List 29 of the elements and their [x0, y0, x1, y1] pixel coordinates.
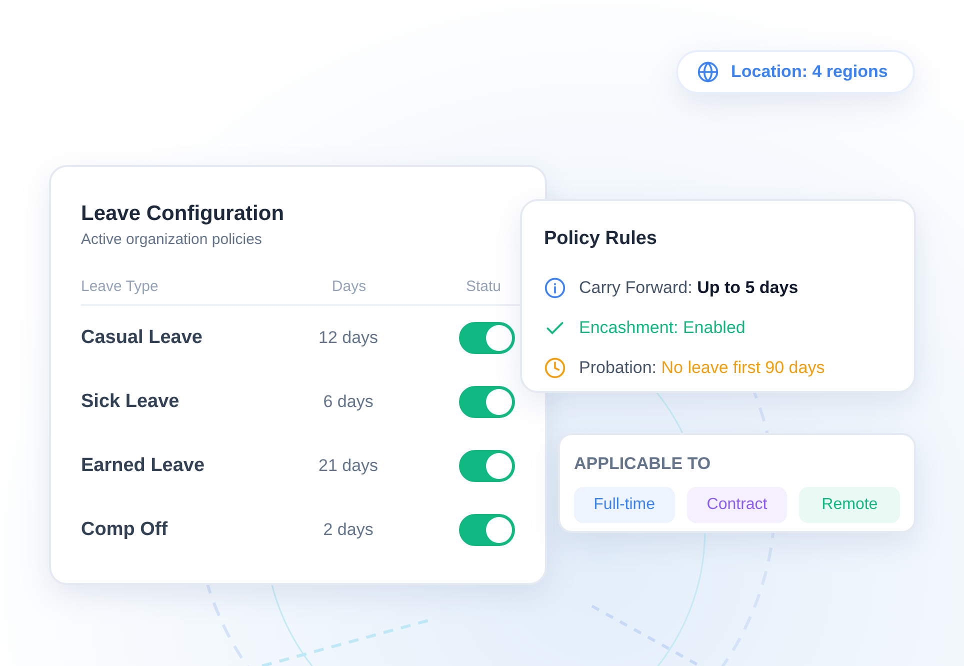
clock-icon [544, 356, 566, 378]
leave-type: Sick Leave [81, 390, 180, 414]
toggle-switch[interactable] [459, 450, 515, 482]
tag: Remote [799, 486, 900, 522]
leave-days: 12 days [290, 325, 406, 351]
card-title: Leave Configuration [81, 201, 286, 226]
leave-days: 6 days [290, 389, 406, 415]
tag: Contract [686, 486, 788, 522]
globe-icon [697, 61, 719, 83]
column-header: Days [330, 276, 368, 297]
toggle-switch[interactable] [459, 514, 515, 546]
column-header: Leave Type [81, 276, 160, 297]
leave-days: 2 days [290, 517, 406, 543]
toggle-switch[interactable] [459, 322, 515, 354]
tag: Full-time [574, 486, 675, 522]
info-icon [544, 276, 566, 298]
card-title: APPLICABLE TO [574, 453, 712, 475]
policy-rule-text: Probation: No leave first 90 days [579, 356, 825, 379]
leave-type: Casual Leave [81, 326, 204, 350]
leave-days: 21 days [290, 453, 406, 479]
policy-rule-text: Encashment: Enabled [579, 316, 746, 339]
policy-rule-text: Carry Forward: Up to 5 days [579, 276, 798, 299]
location-label: Location: 4 regions [731, 61, 888, 84]
leave-type: Comp Off [81, 518, 169, 542]
card-title: Policy Rules [544, 227, 658, 251]
column-header: Statu [466, 276, 502, 297]
card-subtitle: Active organization policies [81, 230, 263, 250]
leave-type: Earned Leave [81, 454, 206, 478]
toggle-switch[interactable] [459, 386, 515, 418]
